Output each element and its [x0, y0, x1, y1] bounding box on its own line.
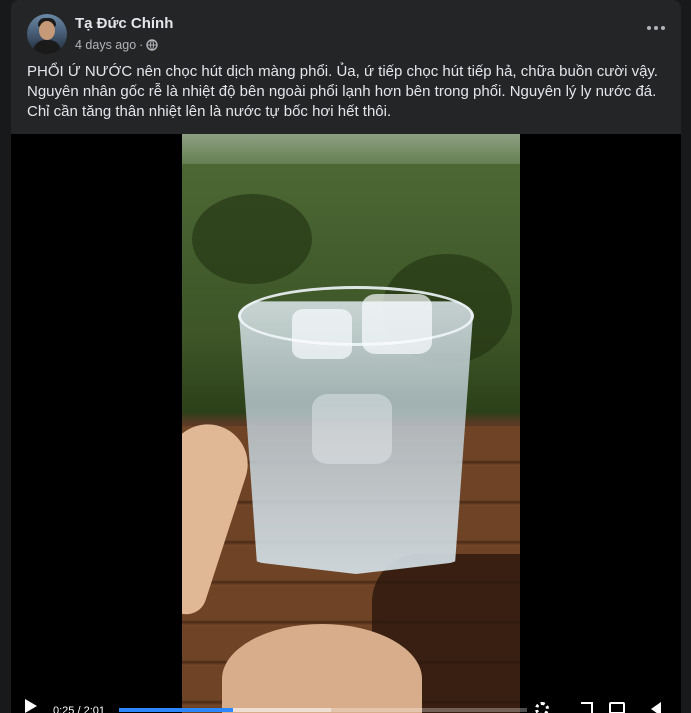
post-text-line: Chỉ cần tăng thân nhiệt lên là nước tự b… [27, 103, 392, 120]
ice-cube [292, 309, 352, 359]
dot [654, 26, 658, 30]
picture-in-picture-icon[interactable] [609, 702, 627, 713]
post-text-line: Nguyên nhân gốc rễ là nhiệt độ bên ngoài… [27, 83, 657, 100]
dot [647, 26, 651, 30]
water-glass-rim [238, 286, 474, 346]
ice-cube [362, 294, 432, 354]
separator: · [139, 38, 144, 52]
avatar-body [33, 40, 61, 54]
video-progress-fill [119, 708, 234, 712]
video-progress-bar[interactable] [119, 708, 527, 712]
video-scene-wall [182, 134, 520, 164]
dot [661, 26, 665, 30]
post-header: Tạ Đức Chính 4 days ago · [27, 14, 173, 54]
more-horizontal-icon[interactable] [647, 22, 667, 34]
post-subline: 4 days ago · [75, 37, 173, 53]
play-icon[interactable] [25, 699, 37, 713]
settings-icon[interactable] [535, 702, 553, 713]
author-name[interactable]: Tạ Đức Chính [75, 15, 173, 33]
ice-cube [312, 394, 392, 464]
globe-icon [146, 39, 159, 51]
video-controls: 0:25 / 2:01 [11, 691, 681, 713]
avatar[interactable] [27, 14, 67, 54]
pip-glyph [609, 702, 625, 713]
post-text: PHỔI Ứ NƯỚC nên chọc hút dịch màng phổi.… [27, 62, 667, 122]
expand-glyph [581, 702, 593, 713]
post-text-line: PHỔI Ứ NƯỚC nên chọc hút dịch màng phổi.… [27, 63, 658, 80]
video-player[interactable]: 0:25 / 2:01 [11, 134, 681, 713]
settings-glyph [535, 702, 549, 713]
avatar-face [39, 21, 55, 40]
expand-icon[interactable] [577, 702, 595, 713]
video-frame[interactable] [182, 134, 520, 713]
post-timestamp[interactable]: 4 days ago [75, 37, 136, 53]
volume-glyph [651, 702, 661, 713]
volume-icon[interactable] [651, 702, 669, 713]
post-meta: Tạ Đức Chính 4 days ago · [75, 14, 173, 54]
video-time: 0:25 / 2:01 [53, 705, 105, 713]
post-card: Tạ Đức Chính 4 days ago · PHỔI Ứ NƯỚC nê… [11, 0, 681, 713]
video-scene-shadow [192, 194, 312, 284]
